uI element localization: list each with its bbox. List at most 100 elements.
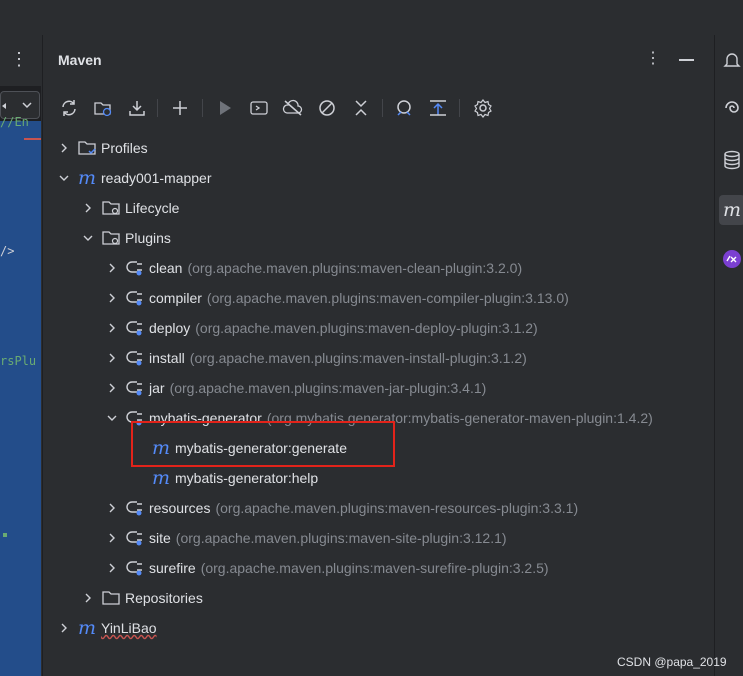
node-label: ready001-mapper: [101, 170, 212, 186]
plugin-node[interactable]: install (org.apache.maven.plugins:maven-…: [105, 347, 527, 369]
skip-tests-icon[interactable]: [315, 96, 339, 120]
plugin-coordinates: (org.apache.maven.plugins:maven-jar-plug…: [169, 380, 487, 396]
folder-settings-icon: [77, 139, 97, 157]
chevron-down-icon[interactable]: [57, 171, 71, 185]
ai-assistant-icon[interactable]: [721, 97, 743, 119]
minimize-icon[interactable]: [679, 59, 694, 61]
change-marker: [3, 533, 7, 537]
chevron-right-icon[interactable]: [57, 141, 71, 155]
plugin-icon: [125, 379, 145, 397]
editor-content[interactable]: [0, 121, 41, 676]
node-label: YinLiBao: [101, 620, 157, 636]
chevron-right-icon[interactable]: [105, 501, 119, 515]
chevron-down-icon[interactable]: [81, 231, 95, 245]
chevron-right-icon[interactable]: [81, 201, 95, 215]
tree-node-project2[interactable]: m YinLiBao: [57, 617, 157, 639]
maven-panel: Maven ⋮ Profiles m ready001-mapper Lifec…: [42, 35, 714, 676]
maven-project-icon: m: [77, 167, 97, 189]
maven-toolbar: [43, 93, 714, 123]
chevron-right-icon[interactable]: [105, 351, 119, 365]
offline-icon[interactable]: [281, 96, 305, 120]
plugin-node[interactable]: compiler (org.apache.maven.plugins:maven…: [105, 287, 569, 309]
node-label: Profiles: [101, 140, 148, 156]
refresh-icon[interactable]: [57, 96, 81, 120]
panel-title: Maven: [58, 52, 102, 68]
editor-strip: ⋮ //En /> rsPlu: [0, 35, 41, 676]
plugin-coordinates: (org.apache.maven.plugins:maven-resource…: [215, 500, 579, 516]
right-tool-strip: m: [714, 35, 743, 676]
database-icon[interactable]: [721, 149, 743, 171]
reimport-icon[interactable]: [91, 96, 115, 120]
chevron-right-icon[interactable]: [105, 381, 119, 395]
chevron-right-icon[interactable]: [105, 321, 119, 335]
execute-goal-icon[interactable]: [247, 96, 271, 120]
plugin-name: install: [149, 350, 185, 366]
plugin-node[interactable]: surefire (org.apache.maven.plugins:maven…: [105, 557, 549, 579]
plugin-node[interactable]: resources (org.apache.maven.plugins:mave…: [105, 497, 578, 519]
node-label: Lifecycle: [125, 200, 180, 216]
maven-tool-icon[interactable]: m: [719, 195, 743, 225]
code-line-3: rsPlu: [0, 354, 37, 368]
plugin-icon: [125, 559, 145, 577]
chevron-right-icon[interactable]: [57, 621, 71, 635]
plugin-badge-icon[interactable]: [721, 248, 743, 270]
plugin-name: deploy: [149, 320, 191, 336]
code-line-2: />: [0, 244, 15, 258]
plugin-coordinates: (org.apache.maven.plugins:maven-deploy-p…: [195, 320, 538, 336]
plugin-name: clean: [149, 260, 183, 276]
error-underline: [24, 138, 41, 140]
folder-gear-icon: [101, 199, 121, 217]
plugin-name: surefire: [149, 560, 196, 576]
plugin-node[interactable]: clean (org.apache.maven.plugins:maven-cl…: [105, 257, 522, 279]
add-icon[interactable]: [168, 96, 192, 120]
download-icon[interactable]: [125, 96, 149, 120]
node-label: Plugins: [125, 230, 171, 246]
chevron-right-icon[interactable]: [105, 531, 119, 545]
plugin-name: jar: [149, 380, 165, 396]
plugin-coordinates: (org.apache.maven.plugins:maven-surefire…: [200, 560, 549, 576]
plugin-icon: [125, 319, 145, 337]
plugin-name: compiler: [149, 290, 202, 306]
plugin-node[interactable]: jar (org.apache.maven.plugins:maven-jar-…: [105, 377, 486, 399]
plugin-icon: [125, 499, 145, 517]
plugin-name: resources: [149, 500, 211, 516]
settings-icon[interactable]: [471, 96, 495, 120]
plugin-icon: [125, 529, 145, 547]
show-dependencies-icon[interactable]: [426, 96, 450, 120]
plugin-coordinates: (org.apache.maven.plugins:maven-clean-pl…: [187, 260, 523, 276]
chevron-right-icon[interactable]: [81, 591, 95, 605]
highlight-box: [131, 421, 395, 467]
chevron-right-icon[interactable]: [105, 261, 119, 275]
collapse-icon[interactable]: [349, 96, 373, 120]
plugin-icon: [125, 259, 145, 277]
top-bar: [0, 0, 743, 35]
chevron-down-icon[interactable]: [105, 411, 119, 425]
chevron-right-icon[interactable]: [105, 561, 119, 575]
plugin-node[interactable]: site (org.apache.maven.plugins:maven-sit…: [105, 527, 507, 549]
folder-icon: [101, 589, 121, 607]
node-label: Repositories: [125, 590, 203, 606]
plugin-name: site: [149, 530, 171, 546]
folder-gear-icon: [101, 229, 121, 247]
tree-node-project[interactable]: m ready001-mapper: [57, 167, 212, 189]
tree-node-plugins[interactable]: Plugins: [81, 227, 171, 249]
more-options-icon[interactable]: ⋮: [645, 48, 661, 68]
goal-node-help[interactable]: m mybatis-generator:help: [151, 467, 318, 489]
watermark: CSDN @papa_2019: [617, 655, 727, 669]
plugin-node[interactable]: deploy (org.apache.maven.plugins:maven-d…: [105, 317, 538, 339]
tree-node-profiles[interactable]: Profiles: [57, 137, 148, 159]
plugin-icon: [125, 349, 145, 367]
more-icon[interactable]: ⋮: [10, 49, 28, 70]
goal-label: mybatis-generator:help: [175, 470, 319, 486]
tree-node-repositories[interactable]: Repositories: [81, 587, 203, 609]
maven-goal-icon: m: [151, 467, 171, 489]
analyze-icon[interactable]: [392, 96, 416, 120]
maven-project-icon: m: [77, 617, 97, 639]
chevron-right-icon[interactable]: [105, 291, 119, 305]
plugin-coordinates: (org.apache.maven.plugins:maven-site-plu…: [175, 530, 507, 546]
tree-node-lifecycle[interactable]: Lifecycle: [81, 197, 179, 219]
run-icon[interactable]: [213, 96, 237, 120]
code-line-1: //En: [0, 115, 29, 129]
plugin-coordinates: (org.apache.maven.plugins:maven-compiler…: [206, 290, 569, 306]
notifications-icon[interactable]: [721, 49, 743, 71]
